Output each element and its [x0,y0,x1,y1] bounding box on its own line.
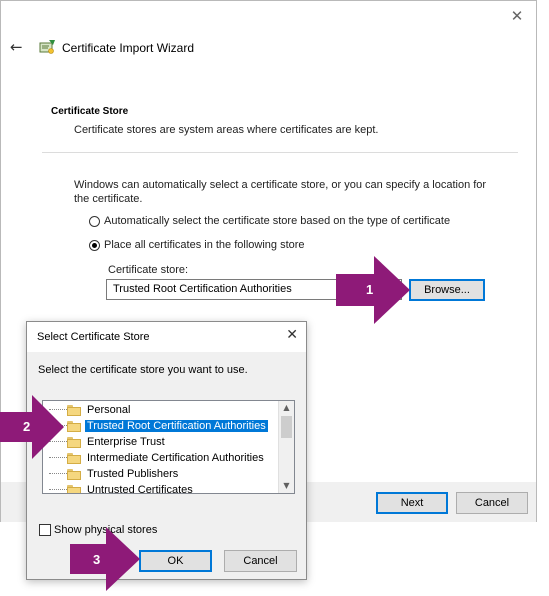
select-certificate-store-dialog: Select Certificate Store ✕ Select the ce… [26,321,307,580]
dialog-cancel-button[interactable]: Cancel [224,550,297,572]
radio-auto-select[interactable]: Automatically select the certificate sto… [89,215,450,227]
radio-place-label: Place all certificates in the following … [104,239,305,251]
radio-place-store[interactable]: Place all certificates in the following … [89,239,305,251]
annotation-number-2: 2 [23,419,31,434]
folder-icon [67,436,81,448]
section-title: Certificate Store [51,106,129,117]
tree-item-label: Trusted Publishers [87,468,179,480]
ok-button[interactable]: OK [139,550,212,572]
scroll-up-icon[interactable]: ▲ [279,401,294,415]
folder-icon [67,484,81,493]
annotation-number-3: 3 [93,552,101,567]
tree-item-label: Untrusted Certificates [87,484,193,494]
show-physical-checkbox[interactable] [39,524,51,536]
tree-item-label: Trusted Root Certification Authorities [85,420,268,432]
tree-item-label: Enterprise Trust [87,436,165,448]
radio-auto-label: Automatically select the certificate sto… [104,215,451,227]
back-arrow-icon[interactable]: ← [10,38,23,56]
section-description: Certificate stores are system areas wher… [74,124,379,136]
dialog-instruction: Select the certificate store you want to… [38,364,248,376]
divider [42,152,518,153]
annotation-arrow-3 [70,527,140,591]
annotation-arrow-1 [336,256,410,324]
certificate-wizard-icon [39,40,55,54]
tree-scrollbar[interactable]: ▲ ▼ [278,401,294,493]
dialog-title: Select Certificate Store [37,331,150,343]
annotation-arrow-2 [0,395,64,459]
radio-auto-icon[interactable] [89,215,100,227]
wizard-cancel-button[interactable]: Cancel [456,492,528,514]
tree-item-label: Intermediate Certification Authorities [87,452,264,464]
tree-item[interactable]: Trusted Root Certification Authorities [43,418,268,434]
radio-place-icon[interactable] [89,239,100,251]
close-icon[interactable]: ✕ [508,7,526,25]
tree-item[interactable]: Trusted Publishers [43,466,180,482]
annotation-number-1: 1 [366,282,374,297]
wizard-title: Certificate Import Wizard [62,41,195,55]
store-tree[interactable]: Personal Trusted Root Certification Auth… [42,400,295,494]
tree-item[interactable]: Untrusted Certificates [43,482,195,494]
folder-icon [67,404,81,416]
dialog-close-icon[interactable]: ✕ [286,327,298,343]
tree-item-label: Personal [87,404,131,416]
certificate-store-label: Certificate store: [108,264,189,276]
scroll-down-icon[interactable]: ▼ [279,479,294,493]
folder-icon [67,468,81,480]
tree-item[interactable]: Intermediate Certification Authorities [43,450,266,466]
next-button[interactable]: Next [376,492,448,514]
scroll-thumb[interactable] [281,416,292,438]
store-paragraph: Windows can automatically select a certi… [74,179,487,205]
folder-icon [67,452,81,464]
folder-icon [67,420,81,432]
browse-button[interactable]: Browse... [409,279,485,301]
